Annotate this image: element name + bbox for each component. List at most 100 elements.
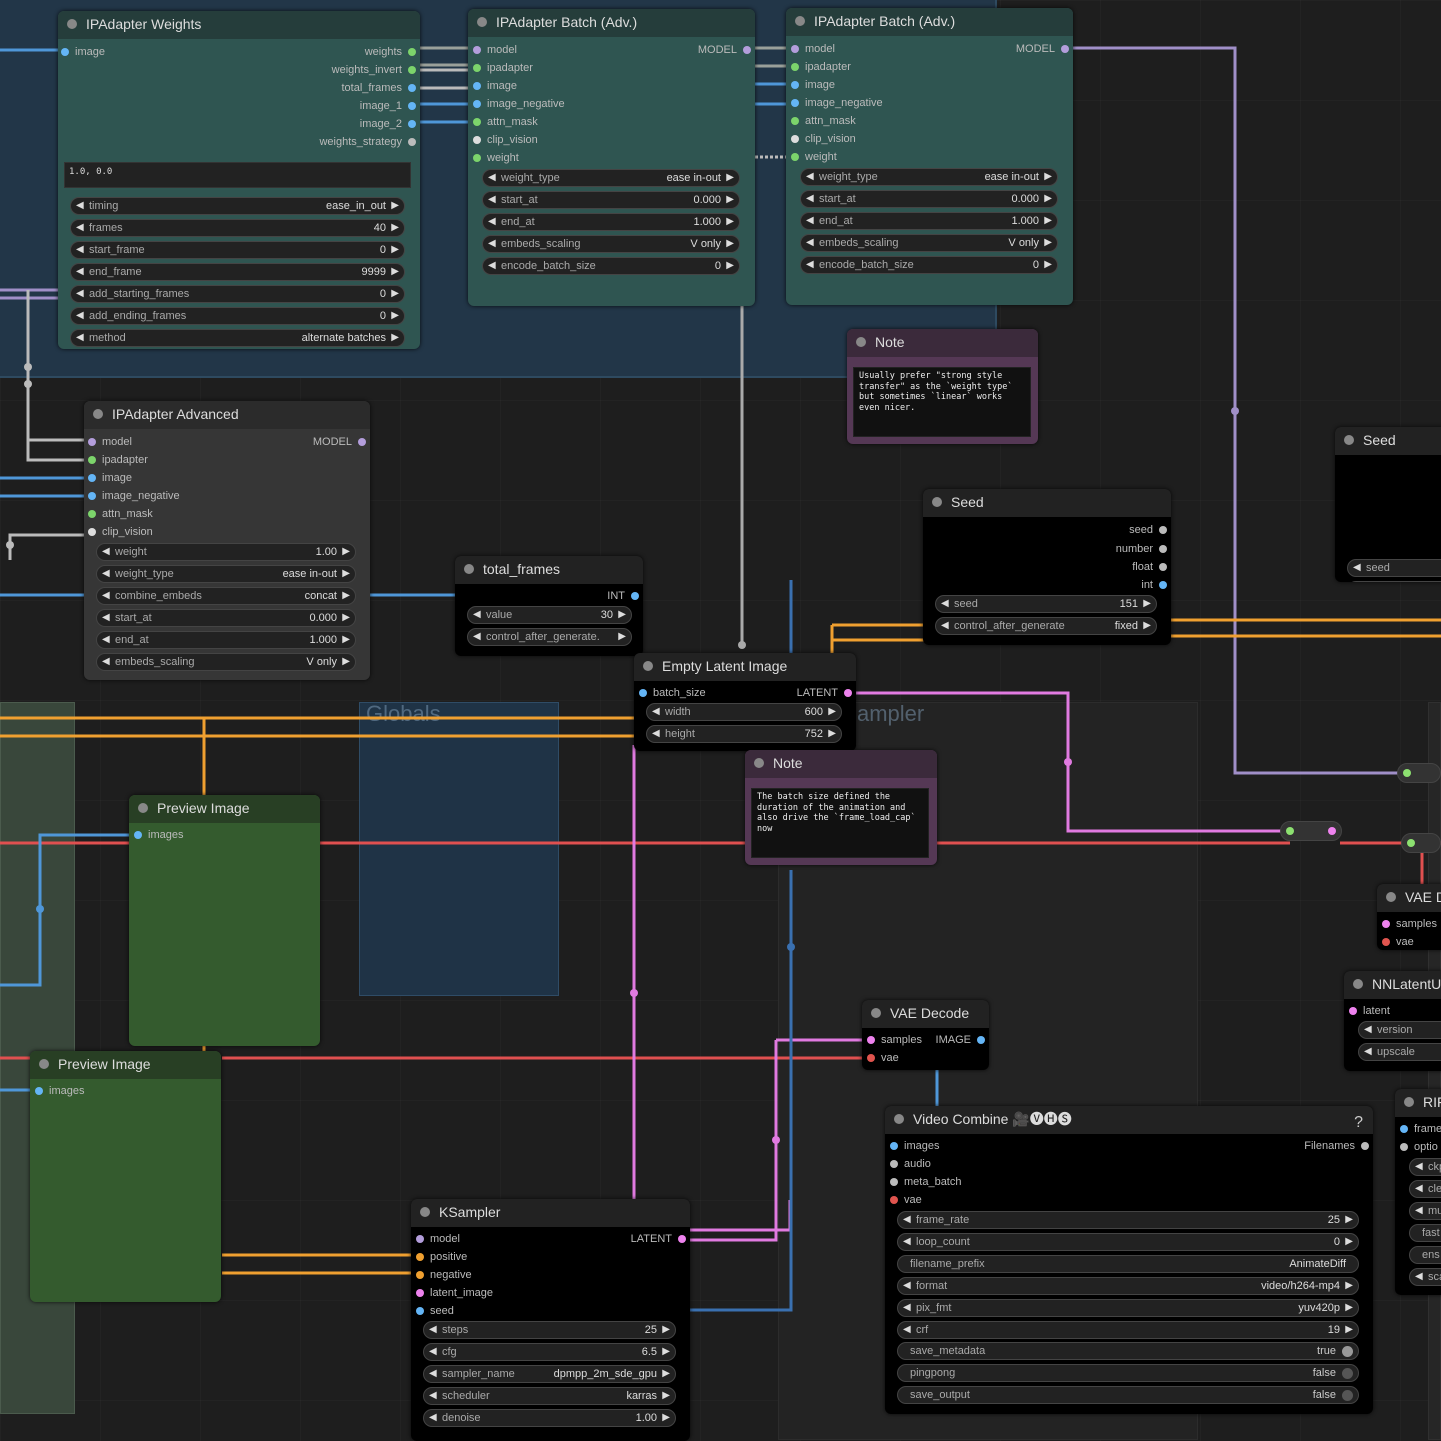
node-ipadapter-batch-2[interactable]: IPAdapter Batch (Adv.) model ipadapter i… [786,8,1073,305]
widget-denoise[interactable]: ◀ denoise 1.00 ▶ [423,1409,676,1427]
input-samples[interactable]: samples [867,1032,922,1048]
input-image[interactable]: image [61,44,105,60]
collapse-dot[interactable] [420,1207,430,1217]
input-latent[interactable]: latent [1349,1003,1390,1019]
widget-embeds-scaling[interactable]: ◀ embeds_scaling V only ▶ [96,653,356,671]
node-note-weight-type[interactable]: Note Usually prefer "strong style transf… [847,329,1038,444]
node-title[interactable]: VAE Decode [862,1000,989,1028]
node-title[interactable]: total_frames [455,556,643,584]
widget-scheduler[interactable]: ◀ scheduler karras ▶ [423,1387,676,1405]
widget-multiplier[interactable]: ◀ mu [1409,1202,1441,1220]
toggle-save-metadata[interactable]: save_metadata true [897,1342,1359,1360]
widget-clear-cache[interactable]: ◀ cle [1409,1180,1441,1198]
widget-weight-type[interactable]: ◀ weight_type ease in-out ▶ [800,168,1058,186]
input-images[interactable]: images [890,1138,939,1154]
node-title[interactable]: Seed [1335,427,1441,455]
input-image[interactable]: image [791,77,835,93]
input-meta-batch[interactable]: meta_batch [890,1174,961,1190]
widget-control-after-generate[interactable]: ◀ control_after_generate fixed ▶ [935,617,1157,635]
widget-filename-prefix[interactable]: filename_prefix AnimateDiff [897,1255,1359,1273]
widget-method[interactable]: ◀ method alternate batches ▶ [70,329,405,347]
weights-textarea[interactable]: 1.0, 0.0 [64,162,411,188]
node-total-frames[interactable]: total_frames INT ◀ value 30 ▶ ◀ control_afte… [455,556,643,656]
output-weights-invert[interactable]: weights_invert [332,62,416,78]
widget-start-frame[interactable]: ◀ start_frame 0 ▶ [70,241,405,259]
input-vae[interactable]: vae [1382,934,1414,950]
output-model[interactable]: MODEL [698,42,751,58]
widget-weight[interactable]: ◀ weight 1.00 ▶ [96,543,356,561]
widget-upscale[interactable]: ◀ upscale [1358,1043,1441,1061]
output-latent[interactable]: LATENT [797,685,852,701]
node-empty-latent-image[interactable]: Empty Latent Image batch_size LATENT ◀ wi… [634,653,856,751]
output-int[interactable]: INT [607,588,639,604]
toggle-pingpong[interactable]: pingpong false [897,1364,1359,1382]
input-latent-image[interactable]: latent_image [416,1285,493,1301]
input-ipadapter[interactable]: ipadapter [88,452,148,468]
input-image[interactable]: image [88,470,132,486]
widget-loop-count[interactable]: ◀ loop_count 0 ▶ [897,1233,1359,1251]
node-title[interactable]: KSampler [411,1199,690,1227]
widget-fast-mode[interactable]: fast [1409,1224,1441,1242]
widget-sampler-name[interactable]: ◀ sampler_name dpmpp_2m_sde_gpu ▶ [423,1365,676,1383]
input-clip-vision[interactable]: clip_vision [473,132,538,148]
input-samples[interactable]: samples [1382,916,1437,932]
widget-weight-type[interactable]: ◀ weight_type ease in-out ▶ [482,169,740,187]
widget-add-starting-frames[interactable]: ◀ add_starting_frames 0 ▶ [70,285,405,303]
node-ipadapter-weights[interactable]: IPAdapter Weights image weights weights_… [58,11,420,349]
widget-width[interactable]: ◀ width 600 ▶ [646,703,842,721]
reroute-node[interactable] [1397,763,1441,783]
input-clip-vision[interactable]: clip_vision [791,131,856,147]
widget-version[interactable]: ◀ version [1358,1021,1441,1039]
widget-steps[interactable]: ◀ steps 25 ▶ [423,1321,676,1339]
input-frames[interactable]: frame [1400,1121,1441,1137]
output-weights[interactable]: weights [365,44,416,60]
output-model[interactable]: MODEL [313,434,366,450]
node-title[interactable]: Empty Latent Image [634,653,856,681]
input-weight[interactable]: weight [791,149,837,165]
collapse-dot[interactable] [1353,979,1363,989]
collapse-dot[interactable] [93,409,103,419]
widget-control-after-generate[interactable]: ◀ control_after_generate. ▶ [467,628,632,646]
collapse-dot[interactable] [871,1008,881,1018]
collapse-dot[interactable] [643,661,653,671]
input-ipadapter[interactable]: ipadapter [473,60,533,76]
node-video-combine[interactable]: Video Combine 🎥🅥🅗🅢? images audio meta_ba… [885,1106,1373,1414]
node-title[interactable]: VAE D [1377,884,1441,912]
node-title[interactable]: IPAdapter Weights [58,11,420,39]
input-image-negative[interactable]: image_negative [791,95,883,111]
widget-format[interactable]: ◀ format video/h264-mp4 ▶ [897,1277,1359,1295]
node-title[interactable]: Note [745,750,937,778]
widget-start-at[interactable]: ◀ start_at 0.000 ▶ [800,190,1058,208]
note-text[interactable]: Usually prefer "strong style transfer" a… [853,367,1031,437]
input-attn-mask[interactable]: attn_mask [473,114,538,130]
node-rife[interactable]: RIF frame optio ◀ckp ◀cle ◀mu fast ens ◀… [1395,1089,1441,1295]
node-ipadapter-batch-1[interactable]: IPAdapter Batch (Adv.) model ipadapter i… [468,9,755,306]
widget-height[interactable]: ◀ height 752 ▶ [646,725,842,743]
collapse-dot[interactable] [67,19,77,29]
widget-end-at[interactable]: ◀ end_at 1.000 ▶ [482,213,740,231]
node-title[interactable]: IPAdapter Batch (Adv.) [786,8,1073,36]
widget-start-at[interactable]: ◀ start_at 0.000 ▶ [482,191,740,209]
widget-value[interactable]: ◀ value 30 ▶ [467,606,632,624]
input-ipadapter[interactable]: ipadapter [791,59,851,75]
collapse-dot[interactable] [39,1059,49,1069]
node-preview-image-1[interactable]: Preview Image images [129,795,320,1046]
input-vae[interactable]: vae [890,1192,922,1208]
widget-seed[interactable]: ◀ seed [1347,559,1441,577]
widget-encode-batch-size[interactable]: ◀ encode_batch_size 0 ▶ [800,256,1058,274]
node-title[interactable]: Preview Image [129,795,320,823]
output-image-2[interactable]: image_2 [360,116,416,132]
node-ksampler[interactable]: KSampler model positive negative latent_… [411,1199,690,1441]
input-negative[interactable]: negative [416,1267,472,1283]
node-vae-decode[interactable]: VAE Decode samples vae IMAGE [862,1000,989,1070]
node-graph-canvas[interactable]: Globals ampler IPAdapter Weights image w… [0,0,1441,1441]
widget-frame-rate[interactable]: ◀ frame_rate 25 ▶ [897,1211,1359,1229]
reroute-node[interactable] [1401,833,1441,853]
collapse-dot[interactable] [1386,892,1396,902]
widget-ensemble[interactable]: ens [1409,1246,1441,1264]
output-image[interactable]: IMAGE [936,1032,985,1048]
input-weight[interactable]: weight [473,150,519,166]
output-filenames[interactable]: Filenames [1304,1138,1369,1154]
node-title[interactable]: Note [847,329,1038,357]
note-text[interactable]: The batch size defined the duration of t… [751,788,929,858]
